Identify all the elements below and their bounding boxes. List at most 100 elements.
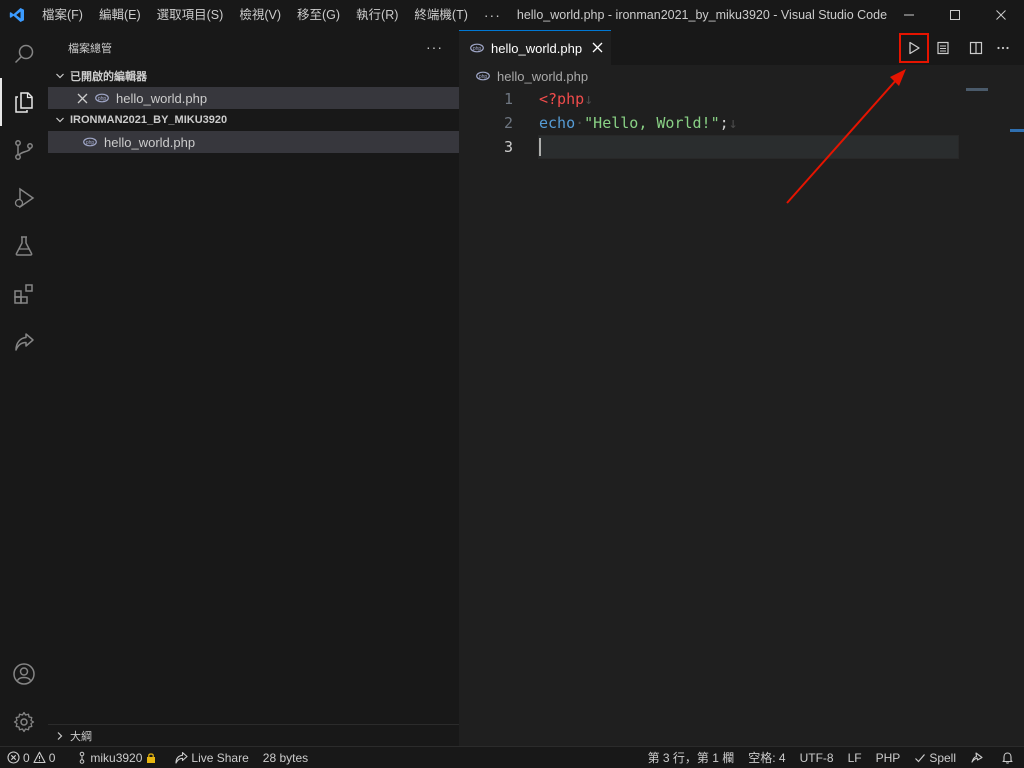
notifications-button[interactable]	[994, 747, 1024, 768]
live-share-label: Live Share	[191, 750, 249, 765]
outline-section[interactable]: 大綱	[48, 724, 459, 746]
menu-edit[interactable]: 編輯(E)	[91, 0, 149, 30]
code-line: 1 <?php↓	[459, 87, 1024, 111]
eol-marker: ↓	[584, 90, 594, 108]
activity-explorer[interactable]	[0, 78, 48, 126]
activity-extensions[interactable]	[0, 270, 48, 318]
problems-status[interactable]: 0 0	[0, 747, 62, 768]
svg-text:php: php	[479, 74, 488, 80]
code-text: <?php↓	[539, 90, 593, 108]
maximize-icon	[950, 10, 960, 20]
vscode-logo-icon	[0, 0, 34, 30]
open-editor-item[interactable]: php hello_world.php	[48, 87, 459, 109]
eol-status[interactable]: LF	[841, 747, 869, 768]
folder-title: IRONMAN2021_BY_MIKU3920	[70, 114, 228, 126]
activity-bar	[0, 30, 48, 746]
source-control-icon	[15, 140, 33, 160]
run-code-button[interactable]	[899, 32, 929, 63]
check-icon	[915, 753, 926, 762]
status-bar: 0 0 miku3920 Live Share 28 bytes 第 3 行，第…	[0, 746, 1024, 768]
line-number: 3	[503, 138, 513, 156]
close-window-button[interactable]	[978, 0, 1024, 30]
line-number: 1	[503, 90, 513, 108]
minimap[interactable]	[966, 88, 988, 91]
close-editor-icon[interactable]	[74, 93, 90, 104]
menu-go[interactable]: 移至(G)	[289, 0, 348, 30]
indentation: 空格: 4	[748, 751, 786, 765]
explorer-more-button[interactable]: ···	[426, 30, 443, 65]
flask-icon	[15, 236, 33, 256]
menu-selection[interactable]: 選取項目(S)	[149, 0, 232, 30]
branch-name: miku3920	[90, 750, 143, 765]
minimize-icon	[904, 14, 914, 16]
live-share-status[interactable]: Live Share	[167, 747, 255, 768]
minimize-button[interactable]	[886, 0, 932, 30]
encoding-status[interactable]: UTF-8	[793, 747, 841, 768]
activity-source-control[interactable]	[0, 126, 48, 174]
editor-area: php hello_world.php php hello_world.php …	[459, 30, 1024, 746]
spell-status[interactable]: Spell	[907, 747, 963, 768]
file-tree-item[interactable]: php hello_world.php	[48, 131, 459, 153]
explorer-header: 檔案總管 ···	[48, 30, 459, 65]
open-preview-button[interactable]	[930, 35, 956, 61]
activity-live-share[interactable]	[0, 318, 48, 366]
feedback-button[interactable]	[963, 747, 994, 768]
chevron-down-icon	[52, 71, 68, 81]
code-editor[interactable]: 1 <?php↓ 2 echo·"Hello, World!";↓ 3	[459, 87, 1024, 687]
close-icon	[996, 10, 1006, 20]
menu-terminal[interactable]: 終端機(T)	[406, 0, 475, 30]
php-file-icon: php	[82, 134, 98, 150]
folder-section[interactable]: IRONMAN2021_BY_MIKU3920	[48, 109, 459, 131]
tab-close-icon[interactable]	[592, 41, 603, 56]
php-file-icon: php	[469, 40, 485, 56]
maximize-button[interactable]	[932, 0, 978, 30]
chevron-right-icon	[52, 731, 68, 741]
live-share-icon	[15, 333, 34, 351]
menu-more-button[interactable]: ···	[476, 7, 509, 23]
line-number: 2	[503, 114, 513, 132]
activity-run-debug[interactable]	[0, 174, 48, 222]
tab-hello-world[interactable]: php hello_world.php	[459, 30, 612, 65]
error-icon	[7, 751, 20, 764]
split-editor-button[interactable]	[963, 35, 989, 61]
explorer-sidebar: 檔案總管 ··· 已開啟的編輯器 php hello_world.php IRO…	[48, 30, 459, 746]
title-bar: 檔案(F) 編輯(E) 選取項目(S) 檢視(V) 移至(G) 執行(R) 終端…	[0, 0, 1024, 30]
keyword-echo: echo	[539, 114, 576, 132]
menu-run[interactable]: 執行(R)	[348, 0, 406, 30]
git-branch-icon	[80, 751, 85, 764]
window-title: hello_world.php - ironman2021_by_miku392…	[516, 8, 889, 22]
breadcrumb-file[interactable]: hello_world.php	[497, 69, 588, 84]
breadcrumb: php hello_world.php	[459, 65, 1024, 87]
activity-manage[interactable]	[0, 698, 48, 746]
open-editors-title: 已開啟的編輯器	[70, 71, 147, 83]
bell-icon	[1002, 752, 1013, 764]
php-file-icon: php	[475, 68, 491, 84]
svg-text:php: php	[98, 96, 107, 102]
editor-tabs: php hello_world.php	[459, 30, 1024, 65]
gear-icon	[13, 711, 35, 733]
menu-file[interactable]: 檔案(F)	[34, 0, 91, 30]
php-file-icon: php	[94, 90, 110, 106]
preview-icon	[937, 41, 949, 54]
chevron-down-icon	[52, 115, 68, 125]
current-line-highlight	[538, 135, 959, 159]
editor-more-button[interactable]	[990, 35, 1016, 61]
window-controls	[886, 0, 1024, 30]
language-status[interactable]: PHP	[869, 747, 908, 768]
editor-actions	[899, 30, 1024, 65]
open-editors-section[interactable]: 已開啟的編輯器	[48, 65, 459, 87]
explorer-title: 檔案總管	[68, 42, 112, 55]
cursor-position-status[interactable]: 第 3 行，第 1 欄	[641, 747, 742, 768]
branch-status[interactable]: miku3920	[70, 747, 167, 768]
tab-label: hello_world.php	[491, 40, 583, 56]
extensions-icon	[14, 284, 33, 304]
account-icon	[13, 663, 35, 685]
string-literal: "Hello, World!"	[584, 114, 720, 132]
code-line: 2 echo·"Hello, World!";↓	[459, 111, 1024, 135]
eol: LF	[847, 750, 862, 765]
activity-accounts[interactable]	[0, 650, 48, 698]
activity-testing[interactable]	[0, 222, 48, 270]
menu-view[interactable]: 檢視(V)	[231, 0, 289, 30]
indentation-status[interactable]: 空格: 4	[741, 747, 792, 768]
activity-search[interactable]	[0, 30, 48, 78]
